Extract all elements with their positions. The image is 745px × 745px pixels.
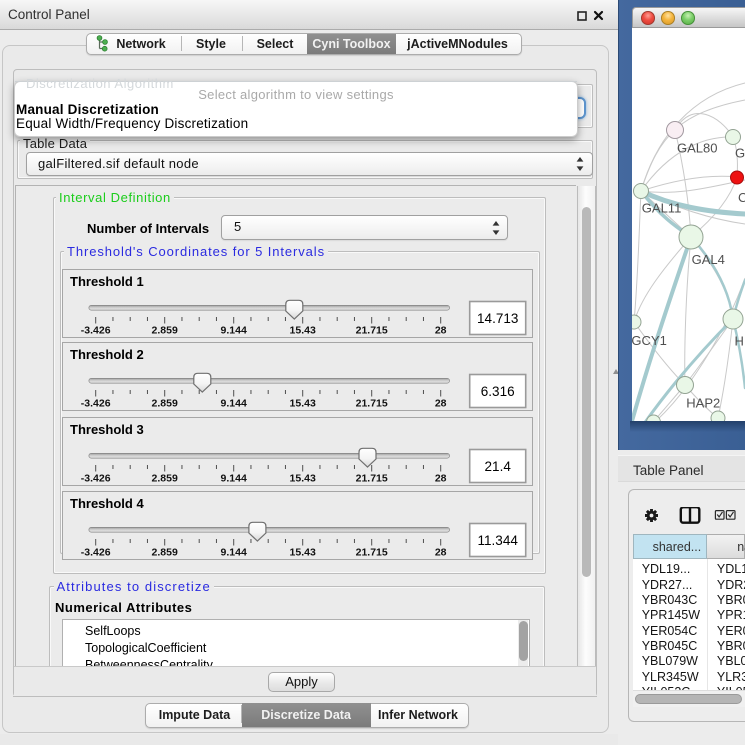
- svg-text:GCY1: GCY1: [632, 333, 667, 348]
- svg-text:-3.426: -3.426: [81, 472, 111, 484]
- svg-text:15.43: 15.43: [290, 398, 316, 410]
- svg-text:Threshold 4: Threshold 4: [70, 496, 144, 511]
- svg-text:28: 28: [435, 398, 447, 410]
- svg-text:2.859: 2.859: [152, 325, 178, 337]
- svg-text:28: 28: [435, 472, 447, 484]
- svg-text:GAL11: GAL11: [642, 200, 682, 215]
- svg-text:9.144: 9.144: [221, 325, 247, 337]
- svg-text:6.316: 6.316: [481, 384, 515, 399]
- svg-text:-3.426: -3.426: [81, 546, 111, 558]
- svg-text:HI: HI: [735, 333, 745, 348]
- svg-text:21.715: 21.715: [356, 398, 388, 410]
- svg-text:15.43: 15.43: [290, 546, 316, 558]
- svg-text:2.859: 2.859: [152, 398, 178, 410]
- svg-text:14.713: 14.713: [477, 311, 518, 326]
- svg-text:21.715: 21.715: [356, 546, 388, 558]
- svg-text:15.43: 15.43: [290, 472, 316, 484]
- svg-text:GAL4: GAL4: [692, 252, 725, 267]
- svg-text:Threshold 2: Threshold 2: [70, 347, 144, 362]
- svg-text:CY: CY: [738, 190, 745, 205]
- svg-text:HAP2: HAP2: [686, 395, 720, 410]
- svg-text:11.344: 11.344: [478, 533, 519, 548]
- svg-text:21.715: 21.715: [356, 325, 388, 337]
- svg-text:15.43: 15.43: [290, 325, 316, 337]
- svg-text:28: 28: [435, 325, 447, 337]
- svg-text:-3.426: -3.426: [81, 398, 111, 410]
- svg-text:21.715: 21.715: [356, 472, 388, 484]
- svg-text:-3.426: -3.426: [81, 325, 111, 337]
- svg-text:9.144: 9.144: [221, 398, 247, 410]
- svg-text:GAL80: GAL80: [677, 140, 717, 155]
- svg-text:9.144: 9.144: [221, 472, 247, 484]
- svg-text:2.859: 2.859: [152, 546, 178, 558]
- svg-text:21.4: 21.4: [485, 459, 512, 474]
- svg-text:9.144: 9.144: [221, 546, 247, 558]
- svg-text:2.859: 2.859: [152, 472, 178, 484]
- svg-text:Threshold 1: Threshold 1: [70, 274, 144, 289]
- svg-text:GAL4: GAL4: [735, 145, 745, 160]
- svg-text:Threshold 3: Threshold 3: [70, 422, 144, 437]
- svg-text:28: 28: [435, 546, 447, 558]
